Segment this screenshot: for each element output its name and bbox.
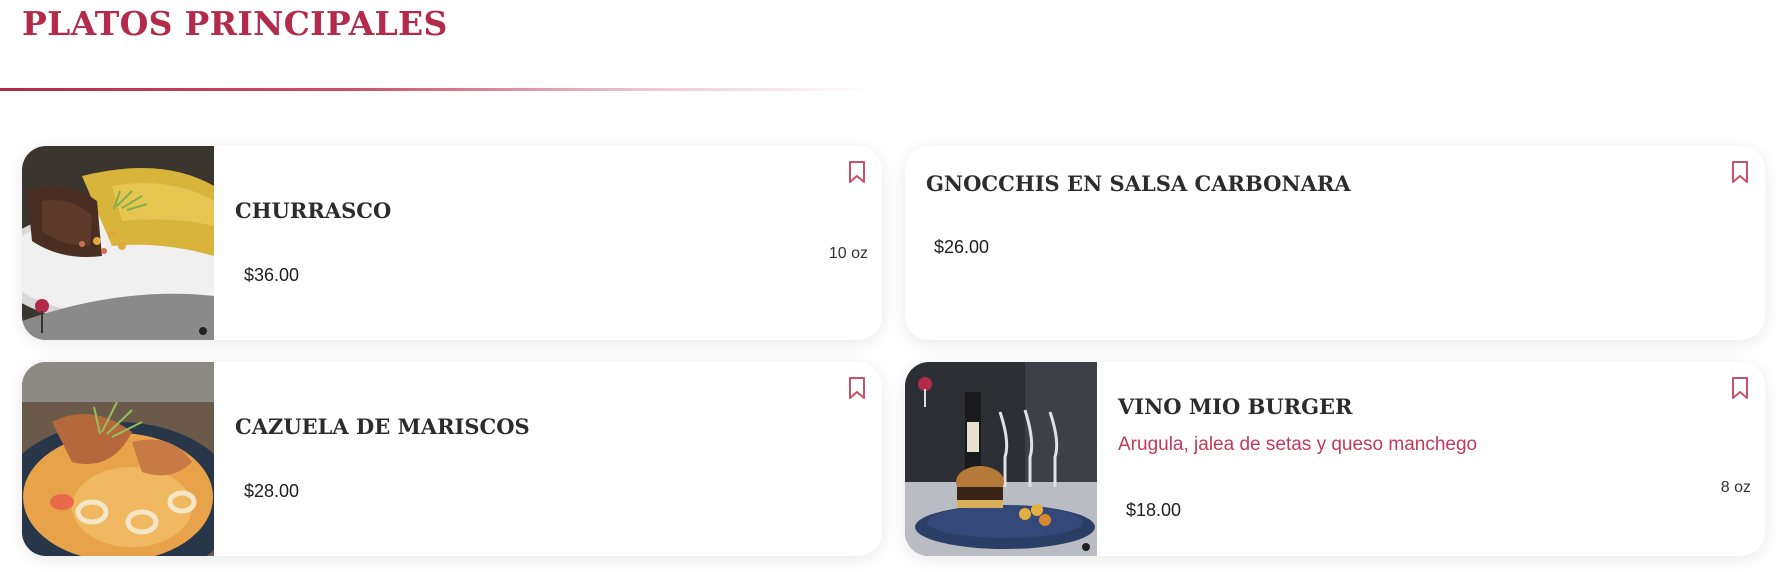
bookmark-icon[interactable] <box>1729 160 1751 184</box>
section-divider <box>0 88 875 91</box>
item-description: Arugula, jalea de setas y queso manchego <box>1118 434 1478 455</box>
item-size: 10 oz <box>828 245 868 262</box>
bookmark-icon[interactable] <box>846 376 868 400</box>
item-name: VINO MIO BURGER <box>1118 394 1353 419</box>
item-size: 8 oz <box>1720 479 1751 496</box>
dish-photo[interactable] <box>22 362 214 556</box>
item-price: $26.00 <box>934 237 990 257</box>
section-title: PLATOS PRINCIPALES <box>22 4 448 43</box>
item-name: GNOCCHIS EN SALSA CARBONARA <box>926 171 1351 196</box>
item-name: CHURRASCO <box>235 198 392 223</box>
item-price: $18.00 <box>1126 500 1182 520</box>
dish-photo[interactable] <box>905 362 1097 556</box>
menu-item-card[interactable]: CAZUELA DE MARISCOS $28.00 <box>22 362 882 556</box>
bookmark-icon[interactable] <box>1729 376 1751 400</box>
item-price: $28.00 <box>244 481 300 501</box>
item-price: $36.00 <box>244 265 300 285</box>
bookmark-icon[interactable] <box>846 160 868 184</box>
dish-photo[interactable] <box>22 146 214 340</box>
menu-item-card[interactable]: CHURRASCO $36.00 10 oz <box>22 146 882 340</box>
item-name: CAZUELA DE MARISCOS <box>235 414 530 439</box>
menu-item-card[interactable]: GNOCCHIS EN SALSA CARBONARA $26.00 <box>905 146 1765 340</box>
menu-item-card[interactable]: VINO MIO BURGER Arugula, jalea de setas … <box>905 362 1765 556</box>
